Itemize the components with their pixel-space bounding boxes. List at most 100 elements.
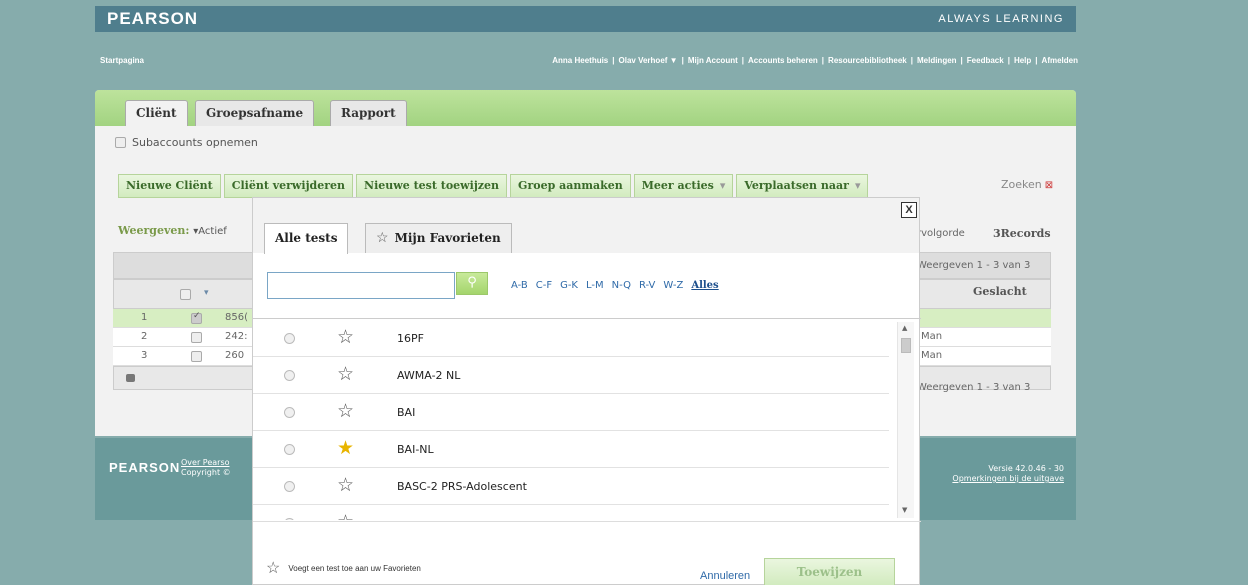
nav-link-feedback[interactable]: Feedback [967, 56, 1004, 65]
chevron-down-icon[interactable]: ▾ [204, 288, 209, 298]
list-item[interactable]: ☆ BASC-2 PRS-Adolescent [253, 468, 889, 505]
nav-link-olav[interactable]: Olav Verhoef ▼ [619, 56, 678, 65]
grid-options-icon[interactable] [126, 374, 135, 382]
star-icon[interactable]: ☆ [337, 363, 354, 385]
row-number: 1 [141, 312, 148, 323]
subaccounts-checkbox[interactable] [115, 137, 126, 148]
assign-test-button[interactable]: Nieuwe test toewijzen [356, 174, 508, 198]
nav-link-logout[interactable]: Afmelden [1042, 56, 1078, 65]
list-item[interactable]: ☆ [253, 505, 889, 520]
list-scrollbar[interactable]: ▲ ▼ [897, 322, 914, 518]
row-id: 260 [225, 350, 245, 361]
star-icon[interactable]: ☆ [337, 400, 354, 422]
search-button[interactable]: ⚲ [456, 272, 488, 295]
search-toggle[interactable]: Zoeken ⊠ [1001, 178, 1053, 191]
close-button[interactable]: X [901, 202, 917, 218]
row-id: 856( [225, 312, 248, 323]
nav-link-account[interactable]: Mijn Account [688, 56, 738, 65]
chevron-down-icon: ▾ [854, 179, 861, 192]
top-nav: Startpagina Anna Heethuis | Olav Verhoef ▼… [100, 56, 1080, 70]
create-group-button[interactable]: Groep aanmaken [510, 174, 631, 198]
test-radio[interactable] [284, 407, 295, 418]
alpha-filter-rv[interactable]: R-V [639, 280, 655, 291]
tab-my-favorites[interactable]: ☆ Mijn Favorieten [365, 223, 512, 253]
alpha-filter-all[interactable]: Alles [691, 280, 718, 291]
test-name: AWMA-2 NL [397, 369, 461, 382]
clear-filter-icon[interactable]: ⊠ [1045, 180, 1053, 191]
search-icon: ⚲ [467, 275, 477, 290]
star-icon[interactable]: ☆ [337, 326, 354, 348]
alpha-filter-wz[interactable]: W-Z [663, 280, 683, 291]
alpha-filter-ab[interactable]: A-B [511, 280, 528, 291]
assign-button[interactable]: Toewijzen [764, 558, 895, 585]
favorites-hint-text: Voegt een test toe aan uw Favorieten [288, 563, 421, 573]
cancel-button[interactable]: Annuleren [700, 570, 750, 582]
alphabet-filter: A-B C-F G-K L-M N-Q R-V W-Z Alles [511, 280, 719, 291]
view-filter[interactable]: Weergeven: ▾Actief [118, 224, 227, 237]
row-number: 2 [141, 331, 148, 342]
alpha-filter-gk[interactable]: G-K [560, 280, 578, 291]
list-item[interactable]: ☆ 16PF [253, 320, 889, 357]
view-value[interactable]: ▾Actief [193, 226, 227, 237]
star-filled-icon[interactable]: ★ [337, 437, 354, 459]
nav-link-notifications[interactable]: Meldingen [917, 56, 957, 65]
panel-tab-bar: Cliënt Groepsafname Rapport [95, 90, 1076, 126]
tab-group[interactable]: Groepsafname [195, 100, 315, 126]
scroll-thumb[interactable] [901, 338, 911, 353]
test-radio[interactable] [284, 481, 295, 492]
star-icon[interactable]: ☆ [337, 474, 354, 496]
release-notes-link[interactable]: Opmerkingen bij de uitgave [952, 474, 1064, 484]
alpha-filter-cf[interactable]: C-F [536, 280, 552, 291]
row-checkbox[interactable] [191, 332, 202, 343]
star-icon: ☆ [266, 560, 281, 577]
alpha-filter-lm[interactable]: L-M [586, 280, 604, 291]
row-checkbox[interactable] [191, 351, 202, 362]
paging-info-top: Weergeven 1 - 3 van 3 [917, 260, 1031, 271]
version-info: Versie 42.0.46 - 30 Opmerkingen bij de u… [952, 464, 1064, 484]
star-icon: ☆ [376, 230, 389, 246]
row-checkbox[interactable] [191, 311, 202, 324]
new-client-button[interactable]: Nieuwe Cliënt [118, 174, 221, 198]
nav-link-help[interactable]: Help [1014, 56, 1031, 65]
more-actions-button[interactable]: Meer acties ▾ [633, 174, 734, 198]
test-radio[interactable] [284, 370, 295, 381]
list-item[interactable]: ★ BAI-NL [253, 431, 889, 468]
column-header-gender[interactable]: Geslacht [973, 285, 1027, 298]
nav-links: Anna Heethuis | Olav Verhoef ▼ | Mijn Accoun… [552, 56, 1078, 65]
move-to-button[interactable]: Verplaatsen naar ▾ [736, 174, 869, 198]
about-pearson-link[interactable]: Over Pearso [181, 458, 231, 468]
star-icon[interactable]: ☆ [337, 511, 354, 520]
nav-link-accounts[interactable]: Accounts beheren [748, 56, 818, 65]
divider [253, 318, 921, 319]
test-name: BAI [397, 406, 416, 419]
select-all-checkbox[interactable] [180, 289, 191, 300]
more-actions-label: Meer acties [641, 179, 714, 192]
nav-home-link[interactable]: Startpagina [100, 56, 144, 65]
test-search-field[interactable] [267, 272, 455, 299]
test-radio[interactable] [284, 444, 295, 455]
scroll-up-icon[interactable]: ▲ [902, 324, 907, 332]
test-radio[interactable] [284, 333, 295, 344]
delete-client-button[interactable]: Cliënt verwijderen [223, 174, 354, 198]
favorites-tab-label: Mijn Favorieten [394, 231, 501, 245]
nav-link-resources[interactable]: Resourcebibliotheek [828, 56, 907, 65]
tab-report[interactable]: Rapport [330, 100, 407, 126]
search-label: Zoeken [1001, 178, 1042, 191]
alpha-filter-nq[interactable]: N-Q [612, 280, 631, 291]
test-radio[interactable] [284, 518, 295, 520]
assign-test-dialog: X Alle tests ☆ Mijn Favorieten ⚲ A-B C-F … [252, 197, 921, 585]
tab-all-tests[interactable]: Alle tests [264, 223, 349, 254]
sort-order-label[interactable]: rvolgorde [917, 228, 965, 239]
test-search-input[interactable] [268, 273, 454, 298]
tab-client[interactable]: Cliënt [125, 100, 188, 126]
test-name: BASC-2 PRS-Adolescent [397, 480, 527, 493]
top-header: PEARSON ALWAYS LEARNING [95, 6, 1076, 32]
list-item[interactable]: ☆ AWMA-2 NL [253, 357, 889, 394]
move-to-label: Verplaatsen naar [744, 179, 849, 192]
test-list: ☆ 16PF ☆ AWMA-2 NL ☆ BAI ★ BAI-NL ☆ BASC… [253, 320, 905, 520]
list-item[interactable]: ☆ BAI [253, 394, 889, 431]
scroll-down-icon[interactable]: ▼ [902, 506, 907, 514]
pearson-logo[interactable]: PEARSON [107, 9, 198, 29]
copyright-text: Copyright © [181, 468, 231, 477]
favorites-hint: ☆ Voegt een test toe aan uw Favorieten [266, 558, 421, 578]
